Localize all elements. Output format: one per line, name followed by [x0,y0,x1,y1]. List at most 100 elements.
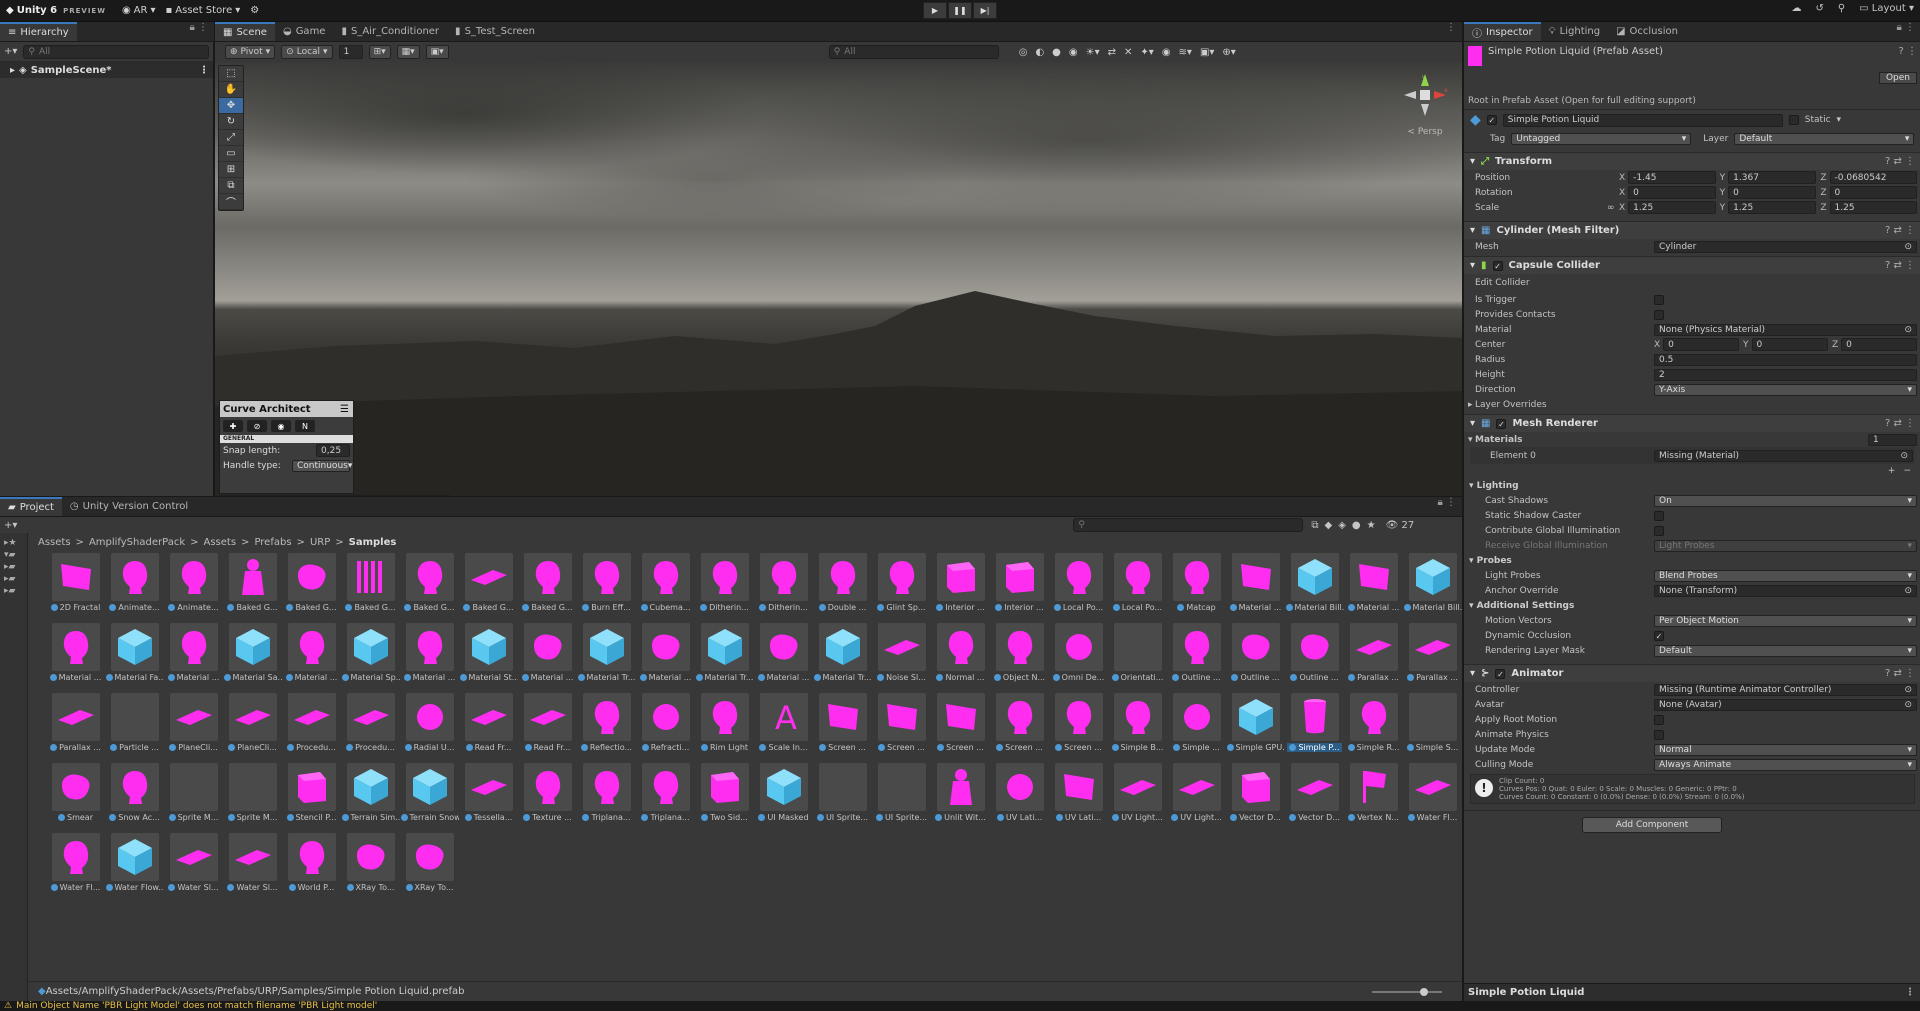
asset-item[interactable]: Water Sl... [223,833,282,903]
asset-item[interactable]: Parallax ... [46,693,105,763]
tab-test-screen[interactable]: ▮ S_Test_Screen [447,22,543,41]
asset-item[interactable]: Reflectio... [577,693,636,763]
cast-shadows-dropdown[interactable]: On ▾ [1654,494,1917,507]
account-button[interactable]: ◉ AR ▾ [122,5,156,16]
2d-icon[interactable]: ⇄ [1108,47,1116,58]
asset-item[interactable]: Texture ... [518,763,577,833]
edit-collider-row[interactable]: Edit Collider [1464,274,1920,292]
chevron-down-icon[interactable]: ▾ [1837,115,1842,125]
lighting-icon[interactable]: ☀▾ [1086,47,1100,58]
component-actions[interactable]: ? ⇄ ⋮ [1885,668,1920,679]
visibility-icon[interactable]: ◉ [1162,47,1171,58]
asset-item[interactable]: Baked G... [518,553,577,623]
curve-icon[interactable]: ◉ [271,420,291,432]
asset-item[interactable]: Simple R... [1344,693,1403,763]
asset-item[interactable]: Material ... [1344,553,1403,623]
material-field[interactable]: Missing (Material) ⊙ [1654,449,1913,462]
asset-item[interactable]: Material Bill... [1403,553,1462,623]
additional-settings-section[interactable]: ▾ Additional Settings [1464,598,1920,613]
breadcrumb-item[interactable]: AmplifyShaderPack [89,537,185,548]
asset-item[interactable]: Omni De... [1049,623,1108,693]
tab-air-conditioner[interactable]: ▮ S_Air_Conditioner [333,22,447,41]
enabled-checkbox[interactable]: ✓ [1496,418,1507,429]
shaded-icon[interactable]: ● [1052,47,1061,58]
asset-item[interactable]: Glint Sp... [872,553,931,623]
lock-icon[interactable]: 🔒︎ ⋮ [1891,22,1920,41]
asset-item[interactable]: Material Fa... [105,623,164,693]
tag-dropdown[interactable]: Untagged ▾ [1511,133,1692,145]
controller-field[interactable]: Missing (Runtime Animator Controller) ⊙ [1654,683,1917,696]
add-point-icon[interactable]: ✚ [223,420,243,432]
tab-project[interactable]: ▰ Project [0,497,62,516]
physics-material-field[interactable]: None (Physics Material) ⊙ [1654,323,1917,336]
asset-item[interactable]: Snow Ac... [105,763,164,833]
breadcrumb-item[interactable]: Prefabs [254,537,291,548]
light-probes-dropdown[interactable]: Blend Probes ▾ [1654,569,1917,582]
curve-architect-header[interactable]: Curve Architect ☰ [220,401,353,417]
enabled-checkbox[interactable]: ✓ [1495,668,1506,679]
asset-item[interactable]: Parallax ... [1403,623,1462,693]
tab-version-control[interactable]: ◷ Unity Version Control [62,497,196,516]
asset-item[interactable]: Ditherin... [754,553,813,623]
thumbnail-size-slider[interactable] [1372,988,1442,996]
asset-item[interactable]: Material St... [459,623,518,693]
asset-item[interactable]: Simple S... [1403,693,1462,763]
add-icon[interactable]: + [1888,466,1896,476]
tab-game[interactable]: ◒ Game [275,22,334,41]
asset-item[interactable]: Terrain Sim... [341,763,400,833]
asset-item[interactable]: Outline ... [1167,623,1226,693]
rotate-tool-icon[interactable]: ↻ [219,114,243,130]
add-component-button[interactable]: Add Component [1582,817,1722,833]
lock-icon[interactable]: 🔒︎ ⋮ [1432,497,1463,516]
asset-item[interactable]: Screen ... [931,693,990,763]
help-icon[interactable]: ? ⋮ [1899,46,1918,66]
asset-item[interactable]: Ditherin... [695,553,754,623]
height-input[interactable]: 2 [1654,368,1917,381]
asset-item[interactable]: Burn Eff... [577,553,636,623]
asset-item[interactable]: Outline ... [1285,623,1344,693]
position-x-input[interactable]: -1.45 [1628,171,1716,184]
mesh-field[interactable]: Cylinder ⊙ [1654,240,1917,253]
pivot-dropdown[interactable]: ⊕ Pivot ▾ [225,45,276,59]
audio-icon[interactable]: ✕ [1124,47,1132,58]
target-icon[interactable]: ⊙ [1904,700,1912,710]
asset-item[interactable]: Material ... [754,623,813,693]
asset-item[interactable]: Material ... [518,623,577,693]
asset-item[interactable]: UV Light... [1108,763,1167,833]
root-motion-checkbox[interactable] [1654,714,1664,725]
asset-item[interactable]: Material Tr... [813,623,872,693]
asset-item[interactable]: PlaneCli... [223,693,282,763]
asset-item[interactable]: Material ... [46,623,105,693]
view-tool-icon[interactable]: ⬚ [219,66,243,82]
asset-item[interactable]: Parallax ... [1344,623,1403,693]
asset-item[interactable]: XRay To... [400,833,459,903]
camera-settings-icon[interactable]: ▣▾ [1200,47,1214,58]
asset-item[interactable]: Material Tr... [577,623,636,693]
anchor-field[interactable]: None (Transform) ⊙ [1654,584,1917,597]
motion-vectors-dropdown[interactable]: Per Object Motion ▾ [1654,614,1917,627]
active-checkbox[interactable]: ✓ [1486,115,1497,125]
asset-item[interactable]: Vector D... [1285,763,1344,833]
layer-dropdown[interactable]: Default ▾ [1734,133,1915,145]
layout-dropdown[interactable]: ▭ Layout ▾ [1859,3,1914,14]
grid-snap-button[interactable]: ⊞▾ [368,45,391,59]
name-input[interactable]: Simple Potion Liquid [1502,113,1783,127]
asset-item[interactable]: Material ... [282,623,341,693]
curve-tool-icon[interactable]: ⌒ [219,194,243,210]
layer-overrides-row[interactable]: ▸ Layer Overrides [1464,397,1920,412]
rotation-y-input[interactable]: 0 [1728,186,1817,199]
lighting-section[interactable]: ▾ Lighting [1464,478,1920,493]
breadcrumb-item[interactable]: Assets [38,537,71,548]
asset-item[interactable]: Material Sa... [223,623,282,693]
target-icon[interactable]: ⊙ [1904,586,1912,596]
static-shadow-checkbox[interactable] [1654,510,1664,521]
center-x-input[interactable]: 0 [1663,338,1739,351]
cloud-icon[interactable]: ☁ [1791,3,1801,14]
asset-item[interactable]: Double ... [813,553,872,623]
filter-icons[interactable]: ⧉◆◈●★ [1311,520,1381,531]
asset-item[interactable]: Screen ... [872,693,931,763]
asset-item[interactable]: Material ... [1226,553,1285,623]
enabled-checkbox[interactable]: ✓ [1492,260,1503,271]
dynamic-occlusion-checkbox[interactable]: ✓ [1654,630,1664,641]
add-icon[interactable]: +▾ [4,520,17,531]
